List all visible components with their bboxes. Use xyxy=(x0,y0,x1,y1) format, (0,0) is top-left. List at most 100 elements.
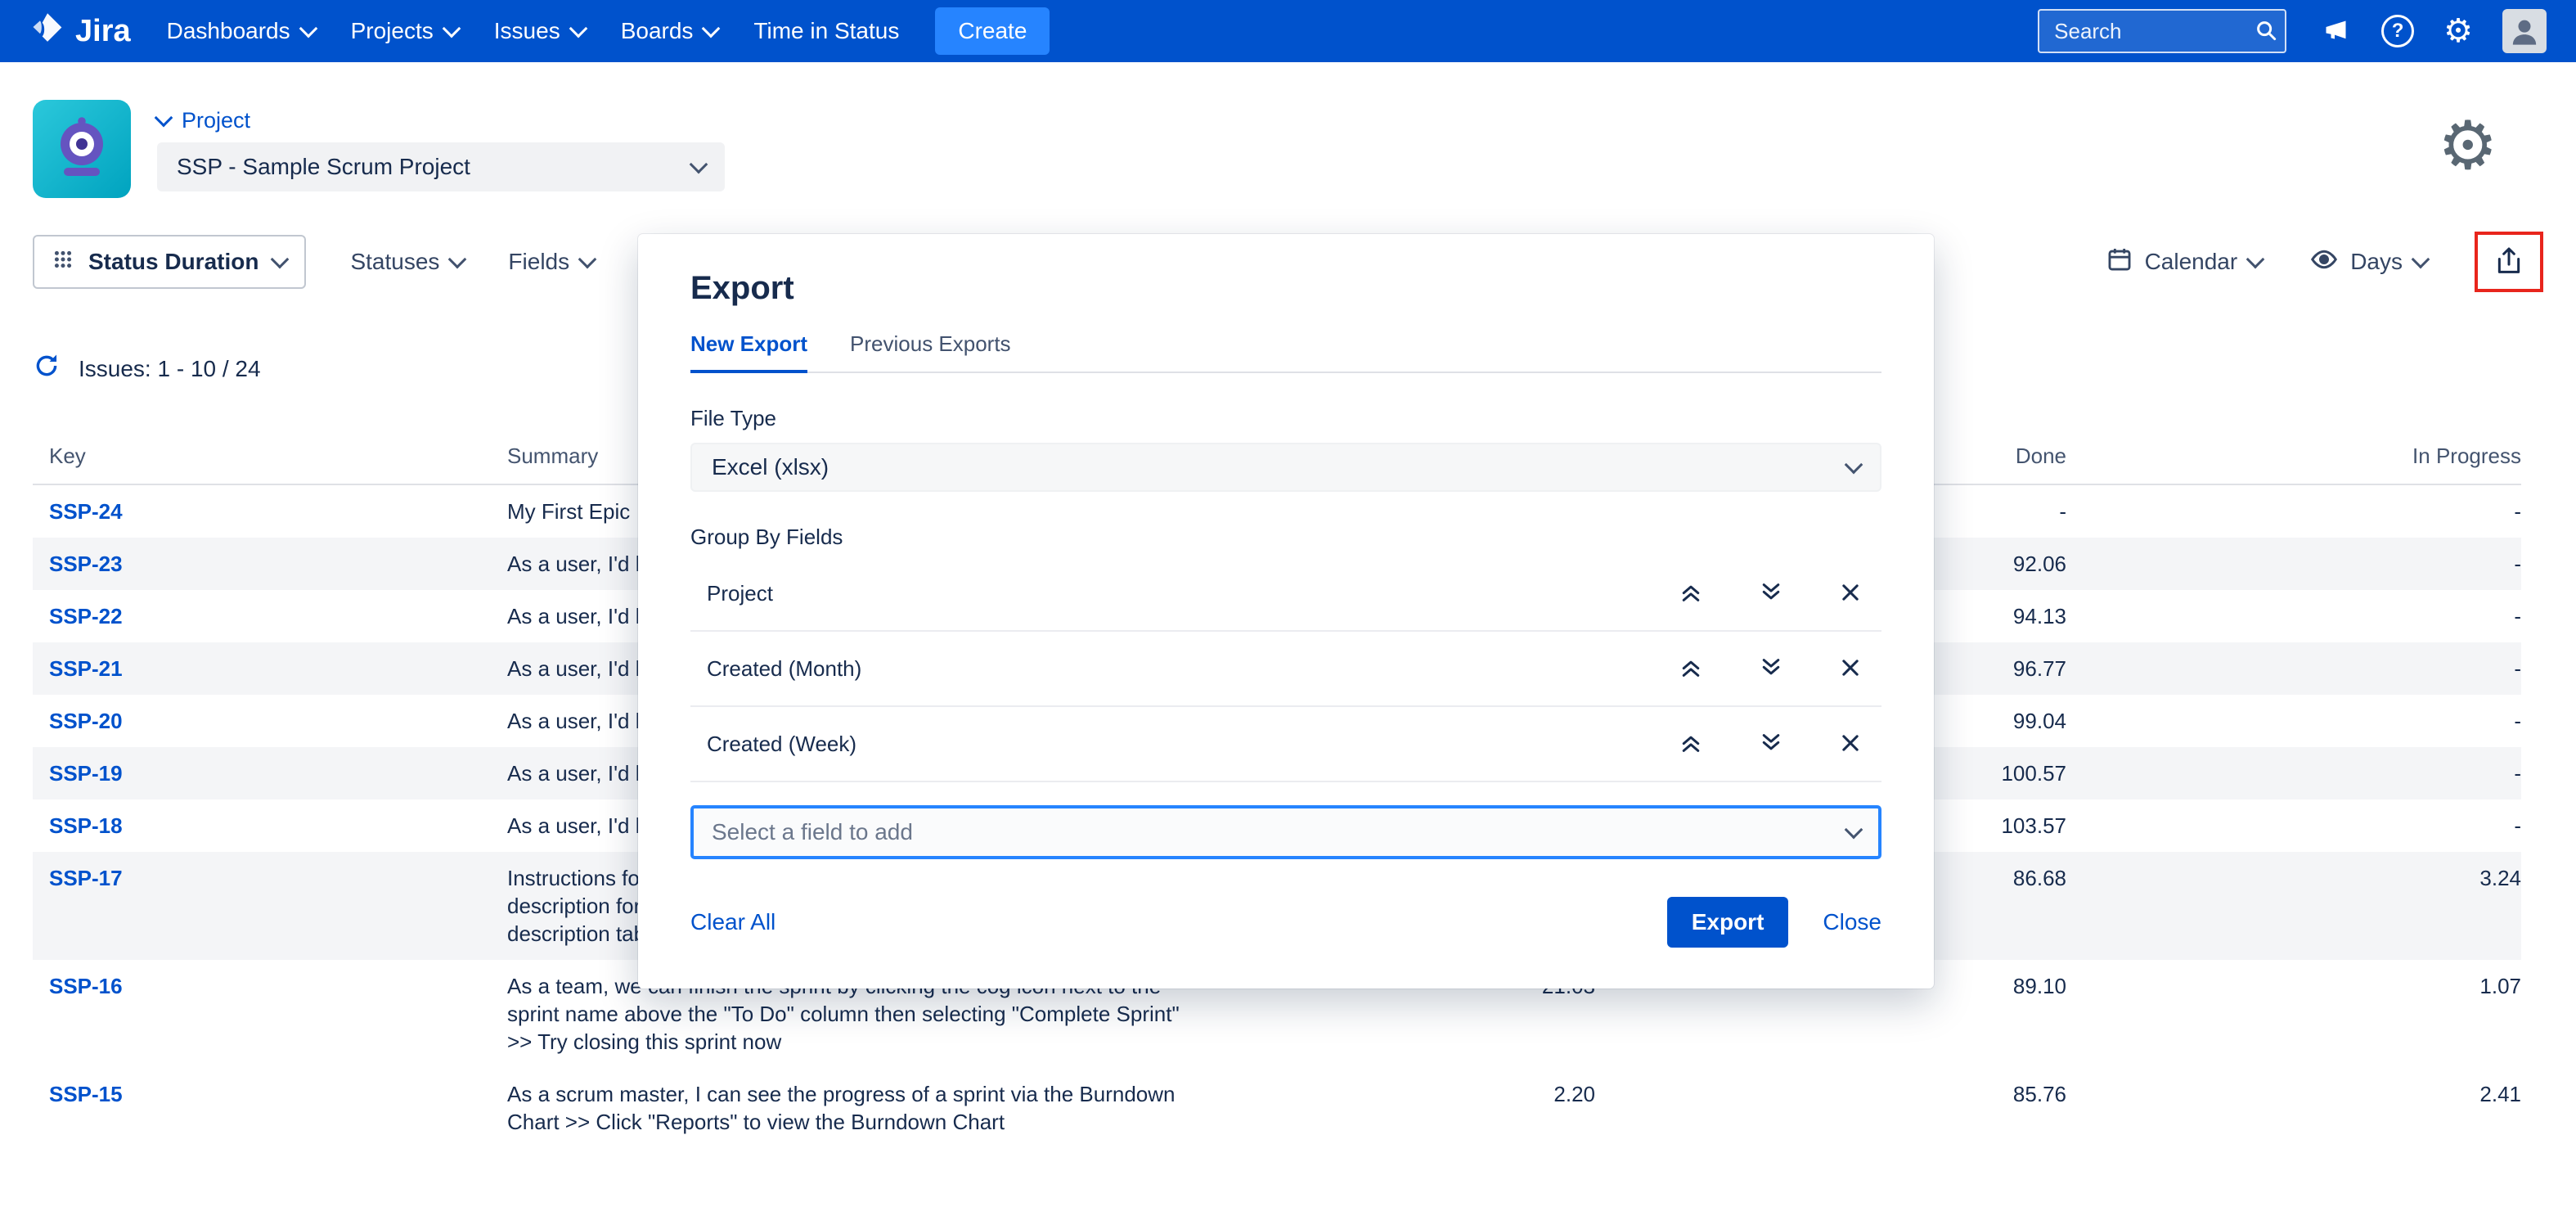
search-icon[interactable] xyxy=(2254,18,2278,47)
move-down-button[interactable] xyxy=(1759,655,1783,682)
chevron-down-icon xyxy=(569,19,587,38)
remove-icon xyxy=(1839,581,1862,606)
settings-gear-icon[interactable]: ⚙ xyxy=(2438,113,2498,180)
issue-key-link[interactable]: SSP-17 xyxy=(33,864,507,948)
refresh-icon[interactable] xyxy=(33,352,61,385)
status-duration-label: Status Duration xyxy=(88,249,258,275)
issue-key-link[interactable]: SSP-15 xyxy=(33,1080,507,1136)
issue-key-link[interactable]: SSP-20 xyxy=(33,707,507,735)
nav-item-label: Time in Status xyxy=(753,18,899,44)
group-by-label: Group By Fields xyxy=(690,525,1881,550)
add-field-select[interactable]: Select a field to add xyxy=(690,805,1881,859)
issues-count-text: Issues: 1 - 10 / 24 xyxy=(79,356,261,382)
create-button[interactable]: Create xyxy=(935,7,1050,55)
double-chevron-up-icon xyxy=(1679,731,1703,758)
group-field-label: Created (Week) xyxy=(707,732,1679,757)
calendar-dropdown[interactable]: Calendar xyxy=(2106,245,2263,279)
status-duration-button[interactable]: Status Duration xyxy=(33,235,306,289)
move-up-button[interactable] xyxy=(1679,655,1703,682)
chevron-down-icon xyxy=(578,250,597,268)
user-avatar[interactable] xyxy=(2502,9,2547,53)
footer-right-group: Export Close xyxy=(1667,897,1881,948)
brand-label: Jira xyxy=(75,14,131,49)
file-type-value: Excel (xlsx) xyxy=(712,454,829,480)
chevron-down-icon xyxy=(271,250,290,268)
chevron-down-icon xyxy=(448,250,467,268)
double-chevron-up-icon xyxy=(1679,580,1703,607)
tab-previous-exports[interactable]: Previous Exports xyxy=(850,331,1011,373)
in-progress-value: - xyxy=(2066,759,2521,787)
issue-key-link[interactable]: SSP-16 xyxy=(33,972,507,1056)
statuses-dropdown[interactable]: Statuses xyxy=(350,249,464,275)
days-dropdown[interactable]: Days xyxy=(2309,245,2427,280)
file-type-select[interactable]: Excel (xlsx) xyxy=(690,443,1881,492)
chevron-down-icon xyxy=(155,109,173,128)
group-field-actions xyxy=(1679,655,1862,682)
project-breadcrumb[interactable]: Project xyxy=(157,108,250,133)
nav-item-label: Issues xyxy=(494,18,560,44)
in-progress-value: - xyxy=(2066,602,2521,630)
issue-key-link[interactable]: SSP-23 xyxy=(33,550,507,578)
days-label: Days xyxy=(2350,249,2403,275)
group-field-actions xyxy=(1679,580,1862,607)
export-button[interactable] xyxy=(2482,239,2536,285)
nav-item-boards[interactable]: Boards xyxy=(621,18,718,44)
chevron-down-icon xyxy=(690,155,708,173)
search-input[interactable] xyxy=(2038,9,2286,53)
group-by-fields-list: Project xyxy=(690,556,1881,782)
remove-field-button[interactable] xyxy=(1839,656,1862,682)
in-progress-value: - xyxy=(2066,550,2521,578)
in-progress-value: - xyxy=(2066,655,2521,682)
chevron-down-icon xyxy=(442,19,461,38)
double-chevron-down-icon xyxy=(1759,655,1783,682)
issue-key-link[interactable]: SSP-18 xyxy=(33,812,507,840)
group-field-row: Created (Week) xyxy=(690,707,1881,782)
export-submit-button[interactable]: Export xyxy=(1667,897,1789,948)
move-up-button[interactable] xyxy=(1679,580,1703,607)
column-header-key[interactable]: Key xyxy=(33,444,507,469)
project-select[interactable]: SSP - Sample Scrum Project xyxy=(157,142,725,191)
issue-key-link[interactable]: SSP-22 xyxy=(33,602,507,630)
move-up-button[interactable] xyxy=(1679,731,1703,758)
toolbar-right-group: Calendar Days xyxy=(2106,232,2543,292)
nav-item-time-in-status[interactable]: Time in Status xyxy=(753,18,899,44)
gear-icon[interactable]: ⚙ xyxy=(2443,15,2473,47)
nav-item-issues[interactable]: Issues xyxy=(494,18,585,44)
nav-item-projects[interactable]: Projects xyxy=(351,18,458,44)
tab-new-export[interactable]: New Export xyxy=(690,331,807,373)
nav-item-dashboards[interactable]: Dashboards xyxy=(167,18,315,44)
issue-key-link[interactable]: SSP-19 xyxy=(33,759,507,787)
double-chevron-down-icon xyxy=(1759,580,1783,607)
remove-icon xyxy=(1839,732,1862,757)
close-button[interactable]: Close xyxy=(1823,909,1881,935)
issue-key-link[interactable]: SSP-24 xyxy=(33,498,507,525)
calendar-label: Calendar xyxy=(2145,249,2238,275)
chevron-down-icon xyxy=(2246,250,2265,268)
group-field-actions xyxy=(1679,731,1862,758)
done-value: 85.76 xyxy=(1595,1080,2066,1136)
project-avatar xyxy=(33,100,131,198)
remove-field-button[interactable] xyxy=(1839,581,1862,606)
eye-icon xyxy=(2309,245,2339,280)
move-down-button[interactable] xyxy=(1759,580,1783,607)
modal-tabs: New Export Previous Exports xyxy=(690,331,1881,373)
chevron-down-icon xyxy=(1845,820,1863,839)
clear-all-button[interactable]: Clear All xyxy=(690,909,775,935)
group-field-row: Project xyxy=(690,556,1881,632)
remove-field-button[interactable] xyxy=(1839,732,1862,757)
in-progress-value: 3.24 xyxy=(2066,864,2521,948)
jira-brand[interactable]: Jira xyxy=(29,10,131,52)
chevron-down-icon xyxy=(299,19,317,38)
project-breadcrumb-label: Project xyxy=(182,108,250,133)
help-icon[interactable]: ? xyxy=(2381,15,2414,47)
megaphone-icon[interactable] xyxy=(2322,15,2352,48)
move-down-button[interactable] xyxy=(1759,731,1783,758)
issue-key-link[interactable]: SSP-21 xyxy=(33,655,507,682)
remove-icon xyxy=(1839,656,1862,682)
export-modal: Export New Export Previous Exports File … xyxy=(638,234,1934,989)
issue-summary: As a scrum master, I can see the progres… xyxy=(507,1080,1292,1136)
column-header-in-progress[interactable]: In Progress xyxy=(2066,444,2521,469)
in-progress-value: 1.07 xyxy=(2066,972,2521,1056)
fields-dropdown[interactable]: Fields xyxy=(508,249,594,275)
double-chevron-down-icon xyxy=(1759,731,1783,758)
